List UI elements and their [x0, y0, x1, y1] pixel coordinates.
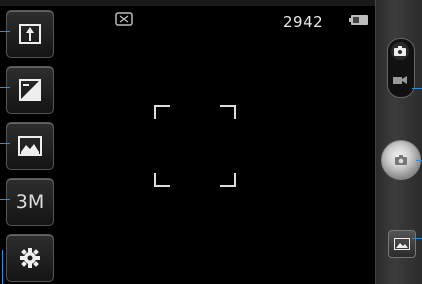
- gallery-button[interactable]: [388, 230, 416, 258]
- callout-line: [416, 160, 422, 161]
- callout-line: [0, 87, 10, 88]
- zoom-icon: [19, 24, 41, 44]
- callout-line: [0, 143, 10, 144]
- callout-line: [412, 238, 422, 239]
- settings-button[interactable]: [6, 234, 54, 282]
- shutter-button[interactable]: [381, 140, 421, 180]
- gallery-icon: [394, 238, 410, 250]
- camera-mode-icon: [391, 42, 409, 60]
- callout-line: [412, 88, 422, 89]
- remaining-shots-count: 2942: [283, 13, 324, 31]
- resolution-label: 3M: [15, 191, 45, 213]
- focus-frame: [154, 105, 236, 187]
- callout-line: [0, 31, 10, 32]
- shutter-icon: [395, 155, 407, 165]
- callout-line: [0, 199, 10, 200]
- resolution-button[interactable]: 3M: [6, 178, 54, 226]
- flash-off-icon: [115, 12, 133, 26]
- brightness-button[interactable]: [6, 66, 54, 114]
- scene-mode-icon: [18, 136, 42, 156]
- battery-icon: [349, 15, 368, 25]
- brightness-icon: [19, 79, 41, 101]
- camera-viewfinder: 3M 2942: [0, 0, 422, 284]
- scene-mode-button[interactable]: [6, 122, 54, 170]
- gear-icon: [20, 248, 40, 268]
- video-mode-icon: [392, 72, 408, 88]
- callout-line: [2, 250, 3, 284]
- top-strip: [0, 0, 380, 6]
- zoom-button[interactable]: [6, 10, 54, 58]
